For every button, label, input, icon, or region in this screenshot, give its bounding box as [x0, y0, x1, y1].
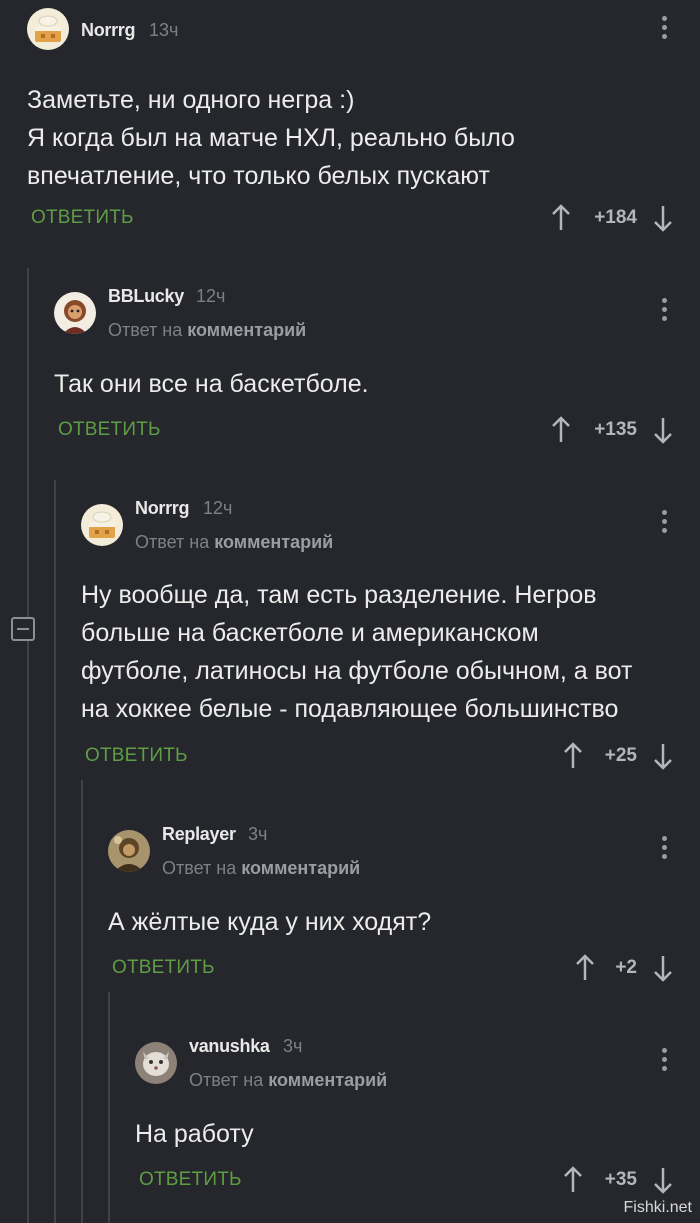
username[interactable]: Norrrg: [135, 498, 190, 519]
reply-to-prefix: Ответ на: [108, 320, 183, 340]
reply-to-link[interactable]: комментарий: [214, 532, 333, 552]
comment-text: На работу: [135, 1115, 254, 1153]
thread-line: [81, 780, 83, 1223]
timestamp: 3ч: [283, 1036, 303, 1056]
reply-to-prefix: Ответ на: [162, 858, 237, 878]
avatar-image: [135, 1042, 177, 1084]
comment-line: А жёлтые куда у них ходят?: [108, 908, 432, 936]
reply-to: Ответ на комментарий: [135, 532, 333, 553]
timestamp: 12ч: [196, 286, 226, 306]
reply-button[interactable]: ОТВЕТИТЬ: [31, 207, 134, 229]
score: +25: [604, 745, 637, 766]
comment-line: Так они все на баскетболе.: [54, 370, 369, 398]
comment-line: футболе, латиносы на футболе обычном, а …: [81, 657, 633, 685]
arrow-down-icon[interactable]: [653, 742, 673, 770]
comment-text: Заметьте, ни одного негра :) Я когда был…: [27, 81, 515, 195]
cake-avatar-icon: [27, 8, 69, 50]
comment: Norrrg 12ч Ответ на комментарий Ну вообщ…: [81, 498, 700, 780]
comment-thread: Norrrg 13ч Заметьте, ни одного негра :) …: [0, 0, 700, 1223]
watermark: Fishki.net: [623, 1199, 692, 1216]
timestamp: 13ч: [149, 20, 179, 40]
comment-line: Я когда был на матче НХЛ, реально было: [27, 124, 515, 152]
kebab-menu-icon[interactable]: [662, 16, 668, 42]
avatar: [27, 8, 69, 50]
kebab-menu-icon[interactable]: [662, 1048, 668, 1074]
collapse-minus-icon[interactable]: [11, 617, 35, 641]
timestamp: 3ч: [248, 824, 268, 844]
comment-line: Ну вообще да, там есть разделение. Негро…: [81, 581, 597, 609]
arrow-up-icon[interactable]: [551, 416, 571, 444]
comment: Norrrg 13ч Заметьте, ни одного негра :) …: [27, 8, 700, 238]
arrow-down-icon[interactable]: [653, 204, 673, 232]
reply-to: Ответ на комментарий: [108, 320, 306, 341]
thread-line: [108, 992, 110, 1223]
comment-line: больше на баскетболе и американском: [81, 619, 539, 647]
score: +184: [594, 207, 637, 228]
reply-to-link[interactable]: комментарий: [241, 858, 360, 878]
avatar: [108, 830, 150, 872]
comment-text: Ну вообще да, там есть разделение. Негро…: [81, 576, 632, 728]
thread-line: [27, 268, 29, 1223]
thread-line: [54, 480, 56, 1223]
comment-line: Заметьте, ни одного негра :): [27, 86, 355, 114]
comment: Replayer 3ч Ответ на комментарий А жёлты…: [108, 824, 700, 986]
reply-to-link[interactable]: комментарий: [268, 1070, 387, 1090]
reply-to: Ответ на комментарий: [162, 858, 360, 879]
username[interactable]: Replayer: [162, 824, 236, 845]
avatar-image: [54, 292, 96, 334]
score: +2: [615, 957, 637, 978]
comment-text: А жёлтые куда у них ходят?: [108, 903, 431, 941]
cake-avatar-icon: [81, 504, 123, 546]
score: +135: [594, 419, 637, 440]
arrow-up-icon[interactable]: [551, 204, 571, 232]
timestamp: 12ч: [203, 498, 233, 518]
arrow-down-icon[interactable]: [653, 954, 673, 982]
reply-to-prefix: Ответ на: [189, 1070, 264, 1090]
reply-button[interactable]: ОТВЕТИТЬ: [112, 957, 215, 979]
reply-button[interactable]: ОТВЕТИТЬ: [139, 1169, 242, 1191]
arrow-down-icon[interactable]: [653, 1166, 673, 1194]
comment: BBLucky 12ч Ответ на комментарий Так они…: [54, 286, 700, 450]
reply-to-link[interactable]: комментарий: [187, 320, 306, 340]
avatar-image: [108, 830, 150, 872]
avatar: [54, 292, 96, 334]
reply-to: Ответ на комментарий: [189, 1070, 387, 1091]
arrow-down-icon[interactable]: [653, 416, 673, 444]
username[interactable]: Norrrg: [81, 20, 136, 41]
reply-button[interactable]: ОТВЕТИТЬ: [58, 419, 161, 441]
avatar: [81, 504, 123, 546]
username[interactable]: vanushka: [189, 1036, 270, 1057]
reply-button[interactable]: ОТВЕТИТЬ: [85, 745, 188, 767]
username[interactable]: BBLucky: [108, 286, 184, 307]
comment-line: на хоккее белые - подавляющее большинств…: [81, 695, 619, 723]
reply-to-prefix: Ответ на: [135, 532, 210, 552]
kebab-menu-icon[interactable]: [662, 298, 668, 324]
comment: vanushka 3ч Ответ на комментарий На рабо…: [135, 1036, 700, 1198]
comment-line: На работу: [135, 1120, 254, 1148]
score: +35: [604, 1169, 637, 1190]
comment-text: Так они все на баскетболе.: [54, 365, 369, 403]
comment-line: впечатление, что только белых пускают: [27, 162, 490, 190]
avatar: [135, 1042, 177, 1084]
kebab-menu-icon[interactable]: [662, 510, 668, 536]
kebab-menu-icon[interactable]: [662, 836, 668, 862]
